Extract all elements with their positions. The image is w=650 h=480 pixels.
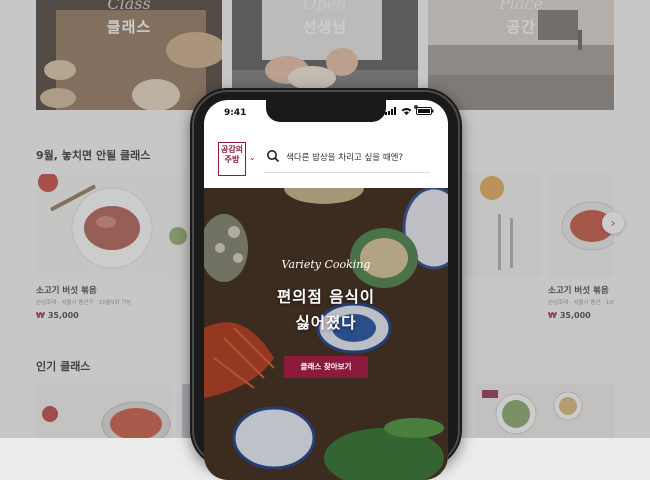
app-logo[interactable]: 공감의 주방 <box>218 142 246 176</box>
chevron-down-icon[interactable]: ⌄ <box>249 153 256 162</box>
hero-headline: 편의점 음식이 싫어졌다 <box>204 284 448 336</box>
phone-notch <box>266 100 418 122</box>
hero-banner: Variety Cooking 편의점 음식이 싫어졌다 클래스 찾아보기 <box>204 188 448 480</box>
status-icons <box>385 107 434 115</box>
status-time: 9:41 <box>224 108 247 118</box>
hero-line-1: 편의점 음식이 <box>277 288 375 306</box>
hero-script: Variety Cooking <box>281 258 371 271</box>
phone-screen: 9:41 공감의 주방 ⌄ 색다른 밥상을 차리고 싶을 때엔? Variety… <box>204 100 448 480</box>
battery-icon <box>416 107 434 115</box>
signal-icon <box>385 107 396 115</box>
search-icon[interactable] <box>266 149 280 163</box>
find-class-button[interactable]: 클래스 찾아보기 <box>284 356 368 378</box>
phone-mockup: 9:41 공감의 주방 ⌄ 색다른 밥상을 차리고 싶을 때엔? Variety… <box>190 88 462 480</box>
app-header: 공감의 주방 ⌄ 색다른 밥상을 차리고 싶을 때엔? <box>204 122 448 188</box>
search-bar[interactable]: 색다른 밥상을 차리고 싶을 때엔? <box>264 142 430 173</box>
search-input[interactable]: 색다른 밥상을 차리고 싶을 때엔? <box>286 151 403 163</box>
wifi-icon <box>401 108 412 115</box>
hero-line-2: 싫어졌다 <box>295 314 357 332</box>
